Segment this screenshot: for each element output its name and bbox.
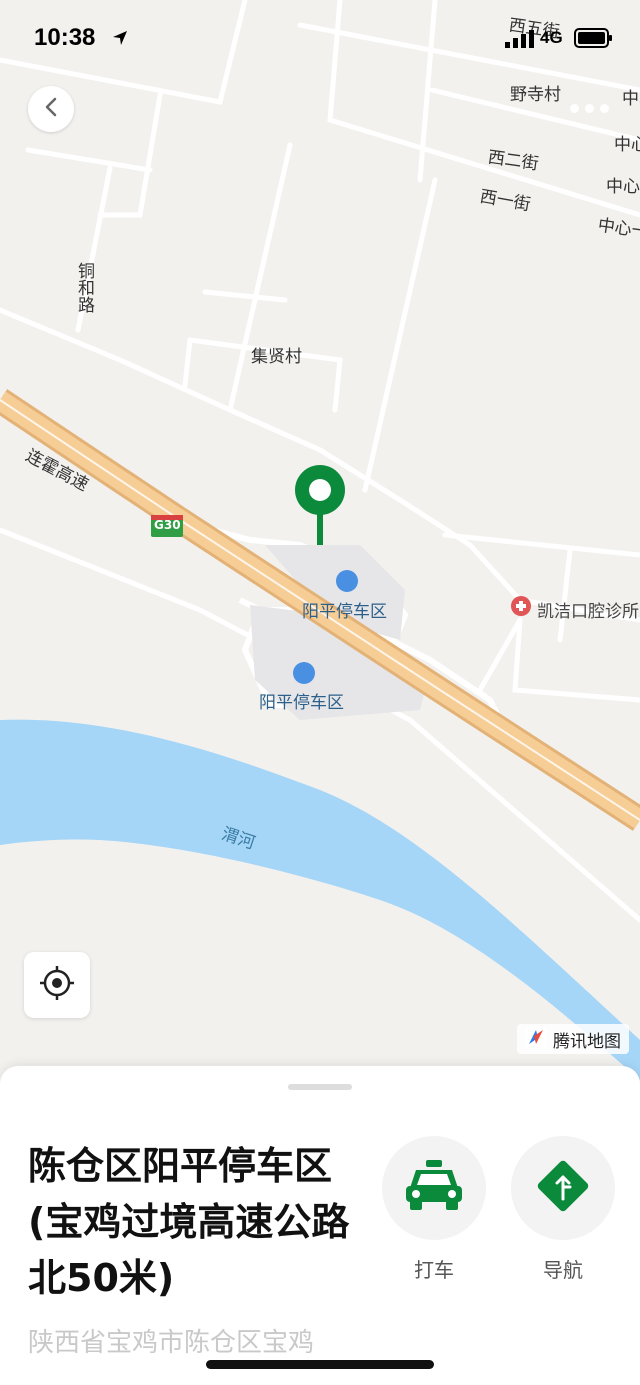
- map-label-kaijie-dental[interactable]: 凯洁口腔诊所: [537, 597, 639, 622]
- home-indicator[interactable]: [206, 1360, 434, 1369]
- sheet-drag-handle[interactable]: [288, 1084, 352, 1090]
- signal-bars-icon: [505, 30, 535, 52]
- network-type: 4G: [540, 28, 563, 47]
- map-label-zhongxin-1: 中心: [622, 89, 640, 109]
- location-arrow-icon: [112, 30, 128, 50]
- map-label-jixian-village: 集贤村: [251, 347, 302, 367]
- battery-icon: [574, 28, 614, 52]
- crosshair-icon: [37, 963, 77, 1007]
- status-time: 10:38: [34, 24, 96, 51]
- map-label-parking-south[interactable]: 阳平停车区: [259, 688, 344, 713]
- navigation-diamond-icon: [532, 1155, 594, 1221]
- map-view[interactable]: 西五街 野寺村 西二街 西一街 中心 中心 中心 中心一 铜和路 集贤村 连霍高…: [0, 0, 640, 1080]
- navigate-button[interactable]: 导航: [511, 1136, 615, 1283]
- attribution-text: 腾讯地图: [553, 1031, 621, 1052]
- tencent-map-logo-icon: [525, 1025, 547, 1053]
- map-canvas: [0, 0, 640, 1080]
- map-label-parking-north[interactable]: 阳平停车区: [302, 597, 387, 622]
- navigate-label: 导航: [543, 1258, 583, 1282]
- taxi-icon: [404, 1160, 464, 1216]
- map-label-tonghe-road: 铜和路: [74, 262, 94, 313]
- highway-shield-g30: G30: [154, 518, 181, 532]
- status-bar: 10:38 4G: [0, 0, 640, 76]
- navigate-icon-circle: [511, 1136, 615, 1240]
- more-options-button[interactable]: [566, 100, 612, 116]
- chevron-left-icon: [44, 97, 58, 121]
- locate-me-button[interactable]: [24, 952, 90, 1018]
- dot-icon: [569, 103, 579, 113]
- dot-icon: [584, 103, 594, 113]
- place-address: 陕西省宝鸡市陈仓区宝鸡: [28, 1328, 315, 1358]
- place-title: 陈仓区阳平停车区(宝鸡过境高速公路北50米): [28, 1144, 350, 1300]
- taxi-button[interactable]: 打车: [382, 1136, 486, 1283]
- dot-icon: [599, 103, 609, 113]
- map-attribution: 腾讯地图: [517, 1024, 629, 1054]
- map-label-yesi-village: 野寺村: [510, 85, 561, 105]
- taxi-icon-circle: [382, 1136, 486, 1240]
- place-detail-sheet[interactable]: 陈仓区阳平停车区(宝鸡过境高速公路北50米) 打车 导航 陕西省宝鸡市陈仓区宝鸡: [0, 1066, 640, 1385]
- taxi-label: 打车: [414, 1258, 454, 1282]
- back-button[interactable]: [28, 86, 74, 132]
- map-label-zhongxin-2: 中心: [614, 135, 640, 155]
- map-label-zhongxin-3: 中心: [606, 177, 640, 197]
